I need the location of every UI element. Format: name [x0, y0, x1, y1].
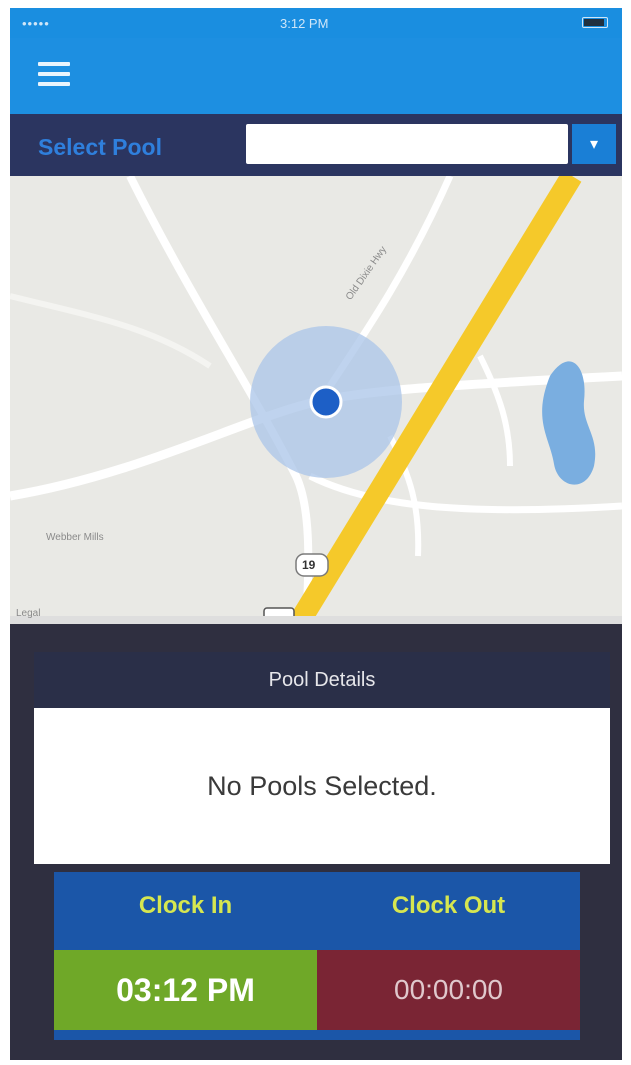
place-label: Webber Mills	[46, 532, 104, 543]
details-pointer	[296, 632, 344, 652]
status-time: 3:12 PM	[280, 16, 329, 31]
clock-in-label: Clock In	[138, 892, 233, 919]
map-view[interactable]: Old Dixie Hwy 19 Webber Mills Legal	[10, 176, 622, 624]
map-attribution[interactable]: Legal	[16, 608, 40, 619]
clock-out-label: Clock Out	[391, 892, 506, 919]
pool-details-panel: Pool Details No Pools Selected.	[34, 632, 610, 872]
pool-select-field[interactable]	[246, 124, 568, 164]
hamburger-menu-icon[interactable]	[38, 60, 72, 90]
current-location-dot	[309, 385, 343, 419]
clock-out-button[interactable]: 00:00:00	[317, 950, 580, 1030]
pool-selector-row: Select Pool ▾	[10, 114, 622, 176]
signal-indicator: •••••	[22, 16, 50, 31]
clock-section: Clock In Clock Out 03:12 PM 00:00:00	[54, 872, 580, 1040]
nav-bar	[10, 38, 622, 114]
dropdown-arrow-icon[interactable]: ▾	[572, 124, 616, 164]
battery-icon	[582, 17, 608, 28]
map-graphic	[10, 176, 622, 624]
pool-details-empty-message: No Pools Selected.	[34, 708, 610, 864]
status-bar: ••••• 3:12 PM	[10, 8, 622, 38]
route-shield-label: 19	[302, 558, 316, 572]
select-pool-label: Select Pool	[38, 134, 162, 160]
clock-in-button[interactable]: 03:12 PM	[54, 950, 317, 1030]
pool-details-title: Pool Details	[34, 652, 610, 708]
phone-screen: ••••• 3:12 PM Select Pool ▾ Old Dixie Hw…	[10, 8, 622, 1060]
